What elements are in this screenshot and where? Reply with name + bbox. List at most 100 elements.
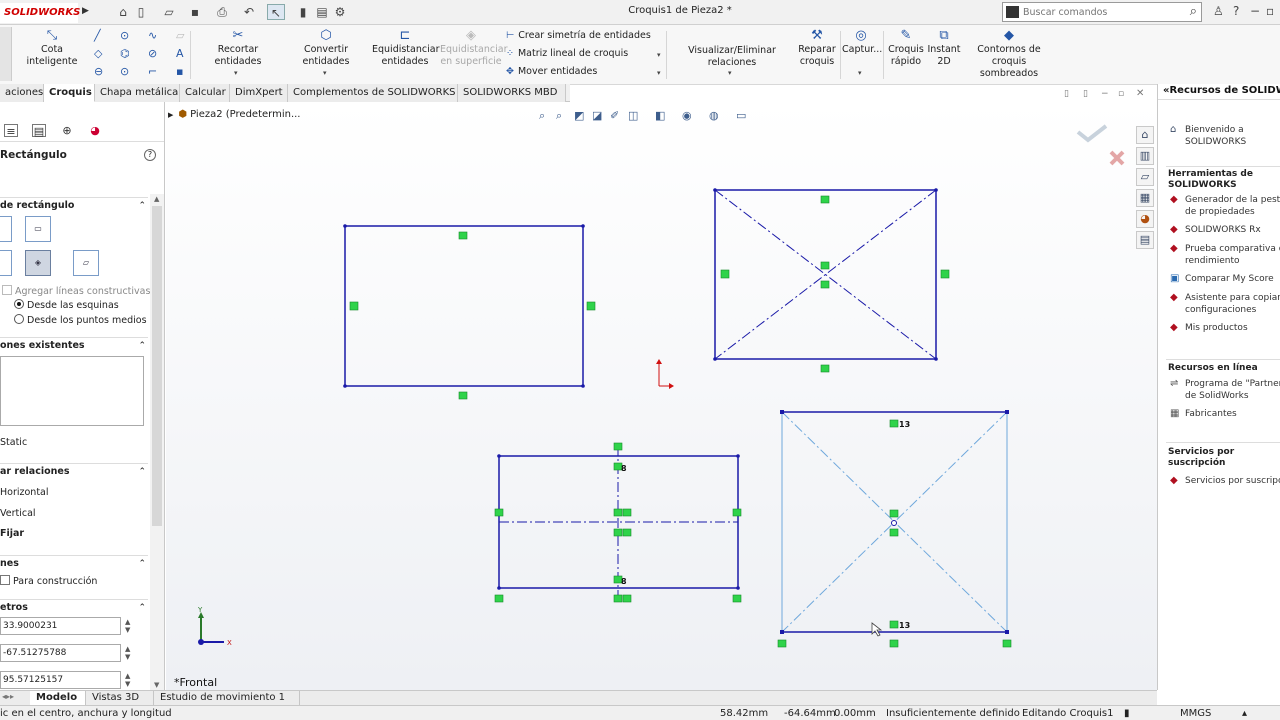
tab-solidworks-mbd[interactable]: SOLIDWORKS MBD xyxy=(458,84,566,102)
horizontal-relation-badge[interactable] xyxy=(622,594,632,603)
user-icon[interactable]: ♙ xyxy=(1213,4,1224,18)
corner-rectangle-option[interactable] xyxy=(0,216,12,242)
custom-properties-icon[interactable]: ▤ xyxy=(1136,231,1154,249)
property-tab-builder-link[interactable]: ◆Generador de la pestañade propiedades xyxy=(1170,194,1280,218)
midpoint-relation-badge[interactable] xyxy=(613,594,623,603)
capture-dropdown-icon[interactable]: ▾ xyxy=(858,69,862,77)
horizontal-relation-badge[interactable] xyxy=(458,391,468,400)
sketch-rectangle-1[interactable] xyxy=(344,225,584,387)
scroll-down-icon[interactable]: ▼ xyxy=(154,681,159,689)
vertical-relation-badge[interactable] xyxy=(586,301,596,311)
help-icon[interactable]: ? xyxy=(1233,4,1239,18)
line-tool-icon[interactable]: ╱ xyxy=(94,29,101,42)
rectangle-type-section[interactable]: de rectángulo ⌃ xyxy=(0,197,148,213)
fillet-tool-icon[interactable]: ⌐ xyxy=(148,65,157,78)
coincident-relation-badge[interactable] xyxy=(889,528,899,537)
scrollbar-thumb[interactable] xyxy=(152,206,162,526)
vertical-relation-badge[interactable] xyxy=(777,639,787,648)
point-circle-tool-icon[interactable]: ⊙ xyxy=(120,65,129,78)
point-tool-icon[interactable]: ▪ xyxy=(176,65,183,78)
print-icon[interactable]: ⎙ xyxy=(213,4,231,20)
coincident-relation-badge[interactable] xyxy=(889,509,899,518)
parallel-relation-badge[interactable] xyxy=(889,419,899,428)
open-folder-icon[interactable]: ▱ xyxy=(160,4,178,20)
collapse-chevron-icon[interactable]: ⌃ xyxy=(138,600,146,616)
circle-tool-icon[interactable]: ⊙ xyxy=(120,29,129,42)
param-center-x-input[interactable] xyxy=(0,617,121,635)
existing-relations-section[interactable]: ones existentes ⌃ xyxy=(0,337,148,353)
solidworks-logo[interactable]: SOLIDWORKS xyxy=(0,3,80,23)
add-relations-section[interactable]: ar relaciones ⌃ xyxy=(0,463,148,479)
command-search[interactable]: ⌕ xyxy=(1002,2,1202,22)
tab-scroll-arrows-icon[interactable]: ◂▸▸ xyxy=(2,692,14,701)
property-manager-scrollbar[interactable]: ▲ ▼ xyxy=(150,194,164,690)
compare-my-score-link[interactable]: ▣ Comparar My Score xyxy=(1170,273,1274,285)
vertical-relation-badge[interactable] xyxy=(732,594,742,603)
tab-croquis[interactable]: Croquis xyxy=(44,84,95,102)
midpoint-relation-badge[interactable] xyxy=(613,508,623,517)
add-construction-lines-checkbox[interactable]: Agregar líneas constructivas xyxy=(2,285,150,297)
collapse-chevron-icon[interactable]: ⌃ xyxy=(138,198,146,214)
horizontal-relation-badge[interactable] xyxy=(820,195,830,204)
rebuild-icon[interactable]: ▮ xyxy=(294,4,312,20)
design-library-icon[interactable]: ▥ xyxy=(1136,147,1154,165)
param-corner-x-input[interactable] xyxy=(0,671,121,689)
partner-program-link[interactable]: ⇌Programa de "Partners"de SolidWorks xyxy=(1170,378,1280,402)
relations-dropdown-icon[interactable]: ▾ xyxy=(728,69,732,77)
plane-tool-icon[interactable]: ▱ xyxy=(176,29,184,42)
welcome-link[interactable]: ⌂ Bienvenido a SOLIDWORKS xyxy=(1170,124,1246,148)
convert-entities-button[interactable]: ⬡ Convertir entidades xyxy=(283,29,369,68)
vertical-relation-badge[interactable] xyxy=(349,301,359,311)
midpoint-relation-badge[interactable] xyxy=(613,442,623,451)
tab-complementos[interactable]: Complementos de SOLIDWORKS xyxy=(288,84,458,102)
configuration-manager-icon[interactable]: ⊕ xyxy=(60,124,74,137)
3point-center-rectangle-option[interactable]: ◈ xyxy=(25,250,51,276)
online-resources-header[interactable]: Recursos en línea xyxy=(1168,363,1258,374)
coincident-relation-badge[interactable] xyxy=(820,280,830,289)
display-delete-relations-button[interactable]: Visualizar/Eliminar relaciones xyxy=(670,45,794,69)
move-entities-button[interactable]: ✥ Mover entidades xyxy=(506,65,597,79)
horizontal-relation-badge[interactable] xyxy=(458,231,468,240)
convert-dropdown-icon[interactable]: ▾ xyxy=(323,69,327,77)
accept-check-icon[interactable] xyxy=(1076,124,1108,143)
3point-corner-option[interactable] xyxy=(0,250,12,276)
subscription-services-header[interactable]: Servicios por suscripción xyxy=(1168,447,1234,469)
tools-section-header[interactable]: Herramientas de SOLIDWORKS xyxy=(1168,169,1253,191)
sketch-exit-button[interactable] xyxy=(0,27,12,81)
options-section[interactable]: nes ⌃ xyxy=(0,555,148,571)
vertical-relation-badge[interactable] xyxy=(494,594,504,603)
menu-expand-icon[interactable]: ▶ xyxy=(82,6,89,16)
help-icon[interactable]: ? xyxy=(144,149,156,161)
tile-window-icon[interactable]: ▯ xyxy=(1064,89,1069,99)
split-window-icon[interactable]: ▯ xyxy=(1083,89,1088,99)
offset-on-surface-button[interactable]: ◈ Equidistanciar en superficie xyxy=(440,29,507,68)
vertical-relation-badge[interactable] xyxy=(1002,639,1012,648)
view-palette-icon[interactable]: ▦ xyxy=(1136,189,1154,207)
manufacturers-link[interactable]: ▦ Fabricantes xyxy=(1170,408,1237,420)
units-selector[interactable]: MMGS xyxy=(1180,706,1211,720)
tab-chapa-metalica[interactable]: Chapa metálica xyxy=(95,84,180,102)
relation-horizontal[interactable]: Horizontal xyxy=(0,487,49,498)
vertical-relation-badge[interactable] xyxy=(720,269,730,279)
vertical-relation-badge[interactable] xyxy=(940,269,950,279)
tab-3d-views[interactable]: Vistas 3D xyxy=(86,691,154,706)
tab-model[interactable]: Modelo xyxy=(30,691,86,706)
spline-tool-icon[interactable]: ∿ xyxy=(148,29,157,42)
parameters-section[interactable]: etros ⌃ xyxy=(0,599,148,615)
home-icon[interactable]: ⌂ xyxy=(114,4,132,20)
repair-sketch-button[interactable]: ⚒ Reparar croquis xyxy=(797,29,837,68)
copy-settings-wizard-link[interactable]: ◆ Asistente para copiar configuraciones xyxy=(1170,292,1280,316)
polygon-tool-icon[interactable]: ⌬ xyxy=(120,47,130,60)
ellipse-tool-icon[interactable]: ⊘ xyxy=(148,47,157,60)
horizontal-relation-badge[interactable] xyxy=(820,364,830,373)
linear-pattern-button[interactable]: ⁘ Matriz lineal de croquis xyxy=(506,47,628,61)
search-input[interactable] xyxy=(1023,5,1178,19)
param-center-y-input[interactable] xyxy=(0,644,121,662)
collapse-chevron-icon[interactable]: ⌃ xyxy=(138,556,146,572)
save-icon[interactable]: ▪ xyxy=(186,4,204,20)
undo-icon[interactable]: ↶ xyxy=(240,4,258,20)
graphics-area[interactable]: ▶ ⬢ Pieza2 (Predetermin... ⌕ ⌕ ◩ ◪ ✐ ◫ ◧ ◉… xyxy=(166,102,1157,690)
search-category-icon[interactable] xyxy=(1006,6,1019,18)
midpoint-relation-badge[interactable] xyxy=(732,508,742,517)
slot-tool-icon[interactable]: ⊖ xyxy=(94,65,103,78)
